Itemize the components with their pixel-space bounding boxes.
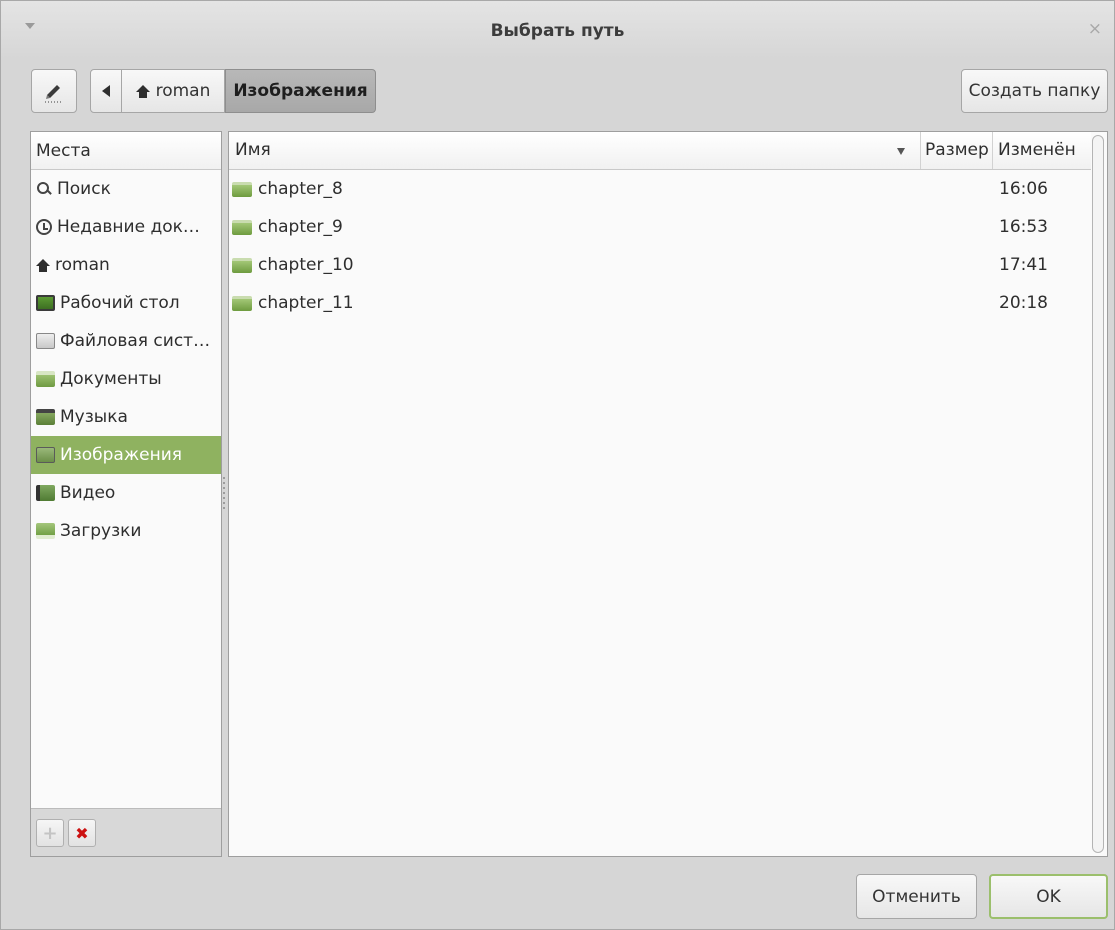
type-location-button[interactable] (31, 69, 77, 113)
sidebar-item-label: Загрузки (60, 521, 142, 541)
column-label: Имя (235, 140, 271, 160)
file-list-header: Имя Размер Изменён (229, 132, 1091, 170)
file-list: Имя Размер Изменён chapter_8 16:06 chapt… (228, 131, 1108, 857)
folder-icon (232, 257, 252, 273)
sidebar-item-label: Поиск (57, 179, 111, 199)
file-row[interactable]: chapter_8 16:06 (229, 170, 1091, 208)
sidebar-item-pictures[interactable]: Изображения (31, 436, 221, 474)
file-modified: 17:41 (999, 255, 1048, 275)
title-bar[interactable]: Выбрать путь × (1, 1, 1114, 59)
column-header-size[interactable]: Размер (921, 132, 993, 169)
sidebar-item-label: Рабочий стол (60, 293, 180, 313)
file-modified: 16:06 (999, 179, 1048, 199)
home-icon (36, 258, 50, 272)
file-name-cell: chapter_8 (232, 170, 343, 208)
file-name: chapter_8 (258, 179, 343, 199)
file-modified: 16:53 (999, 217, 1048, 237)
places-footer: + ✖ (31, 808, 221, 856)
sidebar-item-desktop[interactable]: Рабочий стол (31, 284, 221, 322)
downloads-folder-icon (36, 523, 55, 539)
file-row[interactable]: chapter_10 17:41 (229, 246, 1091, 284)
pictures-folder-icon (36, 447, 55, 463)
column-header-name[interactable]: Имя (229, 132, 921, 169)
back-arrow-icon (102, 85, 110, 97)
sidebar-item-music[interactable]: Музыка (31, 398, 221, 436)
recent-icon (36, 219, 52, 235)
sidebar-item-label: roman (55, 255, 110, 275)
close-icon[interactable]: × (1088, 19, 1102, 39)
sidebar-item-label: Изображения (60, 445, 183, 465)
file-name: chapter_11 (258, 293, 354, 313)
back-button[interactable] (90, 69, 122, 113)
sidebar-item-label: Видео (60, 483, 116, 503)
file-name-cell: chapter_10 (232, 246, 354, 284)
sidebar-item-documents[interactable]: Документы (31, 360, 221, 398)
breadcrumb-label: roman (155, 81, 211, 101)
pane-resize-handle[interactable] (223, 477, 225, 511)
vertical-scrollbar[interactable] (1092, 135, 1104, 853)
sidebar-item-home[interactable]: roman (31, 246, 221, 284)
places-sidebar: Места Поиск Недавние док… roman Рабочий … (30, 131, 222, 857)
desktop-icon (36, 295, 55, 311)
sidebar-item-search[interactable]: Поиск (31, 170, 221, 208)
breadcrumb-label: Изображения (233, 81, 368, 101)
dialog-title: Выбрать путь (490, 21, 625, 41)
folder-icon (232, 295, 252, 311)
select-path-dialog: Выбрать путь × roman Изображения Создать… (0, 0, 1115, 930)
ok-button[interactable]: OK (989, 874, 1108, 919)
breadcrumb-pictures[interactable]: Изображения (225, 69, 376, 113)
music-folder-icon (36, 409, 55, 425)
add-bookmark-button[interactable]: + (36, 819, 64, 847)
sidebar-item-recent[interactable]: Недавние док… (31, 208, 221, 246)
cancel-button[interactable]: Отменить (856, 874, 977, 919)
drive-icon (36, 333, 55, 349)
sidebar-item-videos[interactable]: Видео (31, 474, 221, 512)
file-name: chapter_9 (258, 217, 343, 237)
places-header[interactable]: Места (31, 132, 221, 170)
sort-descending-icon (897, 148, 905, 155)
sidebar-item-label: Файловая сист… (60, 331, 211, 351)
folder-icon (232, 181, 252, 197)
create-folder-button[interactable]: Создать папку (961, 69, 1108, 113)
sidebar-item-label: Недавние док… (57, 217, 200, 237)
video-folder-icon (36, 485, 55, 501)
column-header-modified[interactable]: Изменён (993, 132, 1091, 169)
search-icon (36, 181, 52, 197)
remove-bookmark-button[interactable]: ✖ (68, 819, 96, 847)
file-name-cell: chapter_9 (232, 208, 343, 246)
sidebar-item-label: Документы (60, 369, 162, 389)
pencil-icon (45, 85, 63, 103)
sidebar-item-downloads[interactable]: Загрузки (31, 512, 221, 550)
file-modified: 20:18 (999, 293, 1048, 313)
file-row[interactable]: chapter_11 20:18 (229, 284, 1091, 322)
file-row[interactable]: chapter_9 16:53 (229, 208, 1091, 246)
home-icon (135, 84, 150, 98)
folder-icon (232, 219, 252, 235)
sidebar-item-label: Музыка (60, 407, 128, 427)
documents-folder-icon (36, 371, 55, 387)
sidebar-item-filesystem[interactable]: Файловая сист… (31, 322, 221, 360)
file-name-cell: chapter_11 (232, 284, 354, 322)
file-name: chapter_10 (258, 255, 354, 275)
breadcrumb-roman[interactable]: roman (122, 69, 225, 113)
